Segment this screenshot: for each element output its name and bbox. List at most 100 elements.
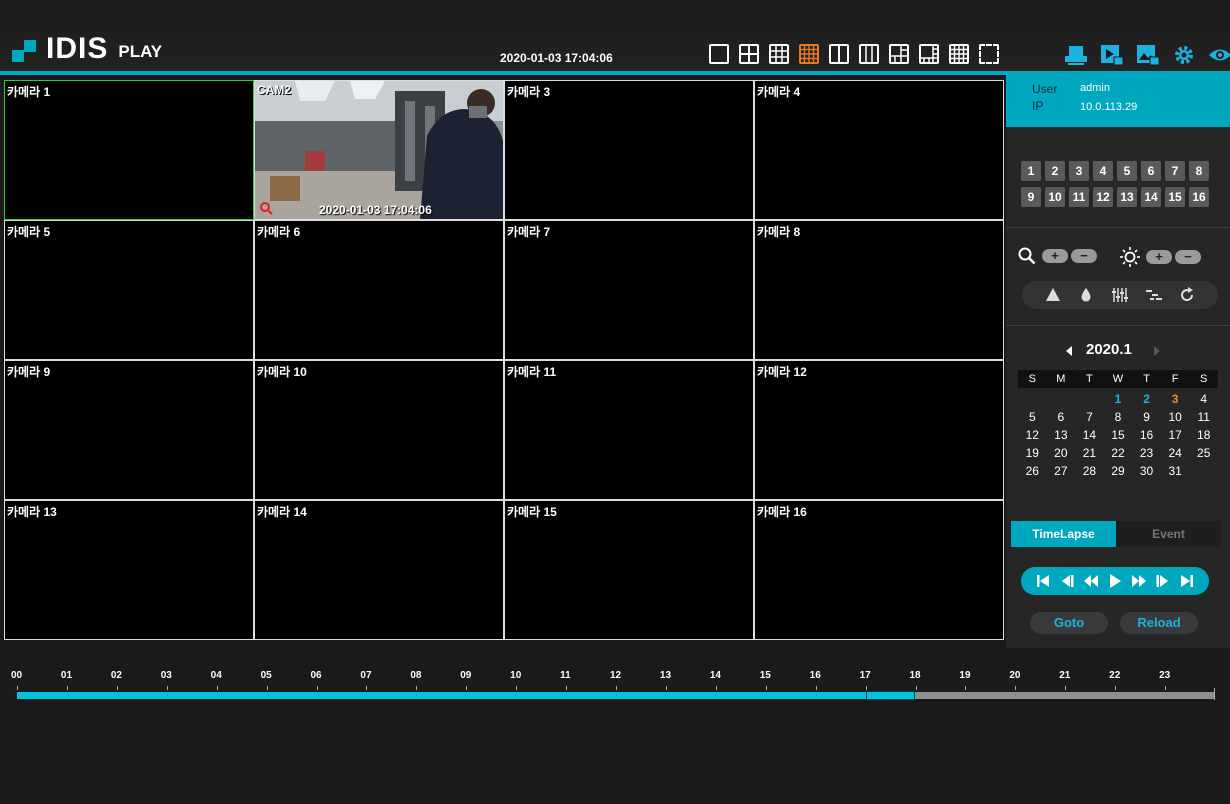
layout-split-3-button[interactable] (859, 44, 879, 64)
zoom-in-button[interactable]: + (1042, 249, 1068, 263)
layout-1-plus-5-button[interactable] (889, 44, 909, 64)
camera-tile[interactable]: 카메라 9 (4, 360, 254, 500)
calendar-date[interactable]: 1 (1104, 390, 1133, 408)
camera-tile[interactable]: 카메라 15 (504, 500, 754, 640)
layout-grid-16-alt-button[interactable] (949, 44, 969, 64)
prev-month-icon[interactable] (1064, 345, 1074, 357)
camera-button[interactable]: 14 (1141, 187, 1161, 207)
calendar-date[interactable]: 17 (1161, 426, 1190, 444)
camera-tile[interactable]: 카메라 8 (754, 220, 1004, 360)
camera-tile[interactable]: 카메라 10 (254, 360, 504, 500)
layout-grid-16-button[interactable] (799, 44, 819, 64)
export-icon[interactable] (1064, 44, 1088, 66)
layout-grid-9-button[interactable] (769, 44, 789, 64)
camera-tile[interactable]: 카메라 11 (504, 360, 754, 500)
camera-button[interactable]: 2 (1045, 161, 1065, 181)
camera-tile[interactable]: 카메라 7 (504, 220, 754, 360)
calendar-date[interactable]: 19 (1018, 444, 1047, 462)
camera-button[interactable]: 3 (1069, 161, 1089, 181)
layout-split-2-button[interactable] (829, 44, 849, 64)
calendar-date[interactable]: 21 (1075, 444, 1104, 462)
calendar-date[interactable]: 27 (1047, 462, 1076, 480)
camera-tile[interactable]: 카메라 16 (754, 500, 1004, 640)
reset-icon[interactable] (1178, 286, 1196, 304)
rewind-icon[interactable] (1083, 573, 1099, 589)
video-export-icon[interactable] (1100, 44, 1124, 66)
camera-button[interactable]: 11 (1069, 187, 1089, 207)
camera-tile[interactable]: 카메라 3 (504, 80, 754, 220)
camera-button[interactable]: 16 (1189, 187, 1209, 207)
camera-tile[interactable]: 카메라 5 (4, 220, 254, 360)
calendar-date[interactable]: 12 (1018, 426, 1047, 444)
saturation-icon[interactable] (1077, 286, 1095, 304)
tab-event[interactable]: Event (1116, 521, 1221, 547)
timeline-cursor[interactable] (865, 691, 916, 700)
camera-button[interactable]: 13 (1117, 187, 1137, 207)
brightness-up-button[interactable]: + (1146, 250, 1172, 264)
camera-button[interactable]: 1 (1021, 161, 1041, 181)
camera-tile[interactable]: 2020-01-03 17:04:06 CAM2 (254, 80, 504, 220)
layout-single-button[interactable] (709, 44, 729, 64)
fast-forward-icon[interactable] (1131, 573, 1147, 589)
calendar-date[interactable]: 26 (1018, 462, 1047, 480)
calendar-date[interactable]: 5 (1018, 408, 1047, 426)
deinterlace-icon[interactable] (1145, 286, 1163, 304)
view-icon[interactable] (1208, 44, 1230, 66)
camera-button[interactable]: 15 (1165, 187, 1185, 207)
camera-tile[interactable]: 카메라 4 (754, 80, 1004, 220)
next-month-icon[interactable] (1152, 345, 1162, 357)
reload-button[interactable]: Reload (1120, 612, 1198, 634)
camera-button[interactable]: 10 (1045, 187, 1065, 207)
camera-button[interactable]: 4 (1093, 161, 1113, 181)
camera-button[interactable]: 6 (1141, 161, 1161, 181)
calendar-date[interactable]: 29 (1104, 462, 1133, 480)
fullscreen-button[interactable] (979, 44, 999, 64)
go-to-end-icon[interactable] (1179, 573, 1195, 589)
calendar-date[interactable]: 8 (1104, 408, 1133, 426)
calendar-date[interactable]: 15 (1104, 426, 1133, 444)
camera-tile[interactable]: 카메라 12 (754, 360, 1004, 500)
camera-button[interactable]: 9 (1021, 187, 1041, 207)
goto-button[interactable]: Goto (1030, 612, 1108, 634)
calendar-date[interactable]: 14 (1075, 426, 1104, 444)
calendar-date[interactable]: 23 (1132, 444, 1161, 462)
settings-icon[interactable] (1172, 44, 1196, 66)
calendar-date[interactable]: 28 (1075, 462, 1104, 480)
layout-quad-button[interactable] (739, 44, 759, 64)
sharpness-icon[interactable] (1044, 286, 1062, 304)
calendar-date[interactable]: 24 (1161, 444, 1190, 462)
image-export-icon[interactable] (1136, 44, 1160, 66)
camera-tile[interactable]: 카메라 14 (254, 500, 504, 640)
calendar-date[interactable]: 18 (1189, 426, 1218, 444)
camera-tile[interactable]: 카메라 13 (4, 500, 254, 640)
calendar-date[interactable]: 31 (1161, 462, 1190, 480)
calendar-date[interactable]: 2 (1132, 390, 1161, 408)
layout-1-plus-7-button[interactable] (919, 44, 939, 64)
calendar-date[interactable]: 10 (1161, 408, 1190, 426)
camera-button[interactable]: 5 (1117, 161, 1137, 181)
calendar-date[interactable]: 6 (1047, 408, 1076, 426)
calendar-date[interactable]: 11 (1189, 408, 1218, 426)
calendar-date[interactable]: 9 (1132, 408, 1161, 426)
calendar-date[interactable]: 13 (1047, 426, 1076, 444)
camera-tile[interactable]: 카메라 1 (4, 80, 254, 220)
brightness-down-button[interactable]: − (1175, 250, 1201, 264)
equalizer-icon[interactable] (1111, 286, 1129, 304)
calendar-date[interactable]: 22 (1104, 444, 1133, 462)
calendar-date[interactable]: 25 (1189, 444, 1218, 462)
step-forward-icon[interactable] (1155, 573, 1171, 589)
camera-button[interactable]: 7 (1165, 161, 1185, 181)
calendar-date[interactable]: 30 (1132, 462, 1161, 480)
zoom-out-button[interactable]: − (1071, 249, 1097, 263)
calendar-date[interactable]: 20 (1047, 444, 1076, 462)
calendar-date[interactable]: 7 (1075, 408, 1104, 426)
camera-tile[interactable]: 카메라 6 (254, 220, 504, 360)
calendar-date[interactable]: 16 (1132, 426, 1161, 444)
calendar-date[interactable]: 3 (1161, 390, 1190, 408)
calendar-date[interactable]: 4 (1189, 390, 1218, 408)
camera-button[interactable]: 8 (1189, 161, 1209, 181)
tab-timelapse[interactable]: TimeLapse (1011, 521, 1116, 547)
play-icon[interactable] (1107, 573, 1123, 589)
step-back-icon[interactable] (1059, 573, 1075, 589)
camera-button[interactable]: 12 (1093, 187, 1113, 207)
